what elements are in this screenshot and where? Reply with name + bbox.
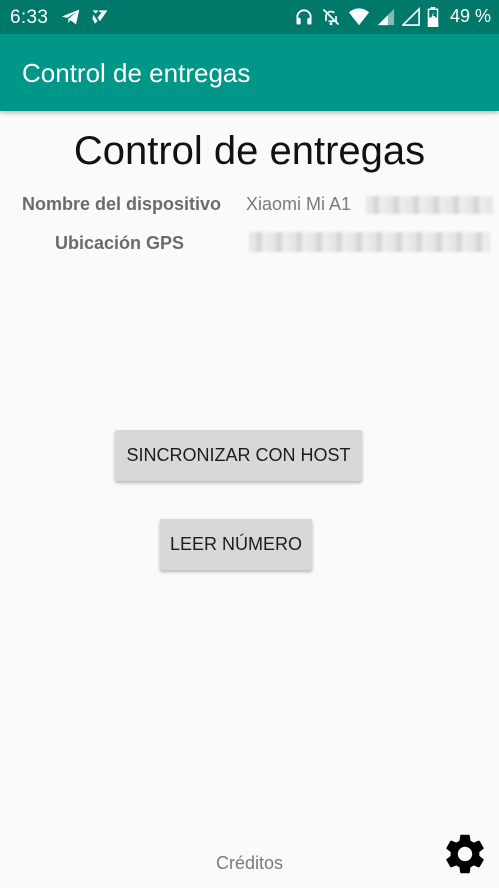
battery-percent: 49 % (449, 6, 491, 26)
headset-icon (296, 8, 312, 24)
signal-icon (377, 8, 395, 25)
battery-icon (427, 6, 439, 27)
notification-icons (60, 6, 110, 28)
sync-host-button[interactable]: SINCRONIZAR CON HOST (115, 430, 362, 481)
read-number-button[interactable]: LEER NÚMERO (160, 519, 312, 570)
gps-value-redacted (249, 232, 490, 252)
page-title: Control de entregas (73, 129, 426, 173)
system-icons: 49 % (294, 6, 491, 27)
feedly-icon (92, 10, 108, 24)
signal-empty-icon (401, 6, 420, 26)
gear-icon[interactable] (441, 830, 489, 878)
device-name-value: Xiaomi Mi A1 (246, 194, 352, 214)
app-bar: Control de entregas (0, 34, 499, 111)
telegram-icon (61, 9, 80, 25)
wifi-icon (348, 7, 370, 25)
device-name-label: Nombre del dispositivo (21, 194, 221, 214)
status-bar: 6:33 49 % (0, 0, 499, 34)
main-content: Control de entregas Nombre del dispositi… (0, 111, 499, 888)
status-time: 6:33 (10, 7, 49, 28)
alarm-off-icon (322, 8, 340, 25)
gps-label: Ubicación GPS (54, 233, 184, 253)
app-bar-title: Control de entregas (22, 58, 251, 88)
credits-link[interactable]: Créditos (0, 853, 499, 874)
device-id-redacted (366, 196, 493, 214)
